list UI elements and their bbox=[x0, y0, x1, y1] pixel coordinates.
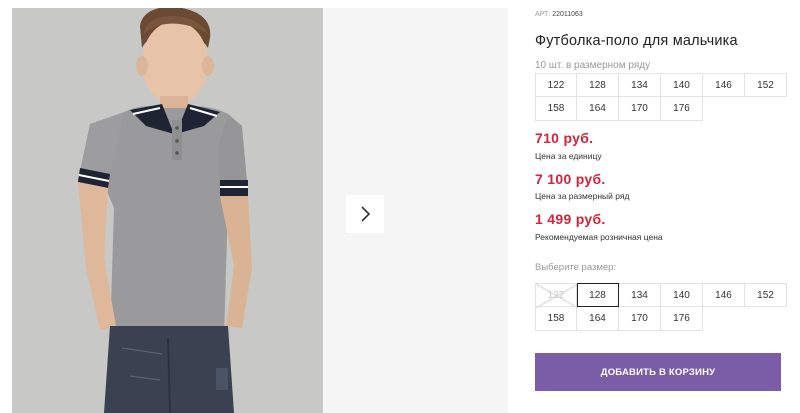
gallery-next-button[interactable] bbox=[346, 195, 384, 233]
size-option[interactable]: 152 bbox=[745, 283, 787, 307]
size-option[interactable]: 158 bbox=[535, 307, 577, 331]
product-photo[interactable] bbox=[12, 8, 323, 413]
unit-price-label: Цена за единицу bbox=[535, 151, 602, 161]
size-range-cell: 158 bbox=[535, 97, 577, 121]
product-gallery bbox=[0, 0, 508, 413]
size-option[interactable]: 176 bbox=[661, 307, 703, 331]
retail-price-label: Рекомендуемая розничная цена bbox=[535, 232, 663, 242]
size-option[interactable]: 164 bbox=[577, 307, 619, 331]
size-option[interactable]: 170 bbox=[619, 307, 661, 331]
size-range-cell: 122 bbox=[535, 73, 577, 97]
size-range-cell: 176 bbox=[661, 97, 703, 121]
article-code: 22011063 bbox=[552, 11, 583, 18]
article-label: АРТ: bbox=[535, 11, 551, 18]
size-option[interactable]: 134 bbox=[619, 283, 661, 307]
set-price: 7 100 руб. bbox=[535, 171, 606, 187]
size-option-label: 122 bbox=[547, 289, 565, 301]
size-range-cell: 152 bbox=[745, 73, 787, 97]
retail-price: 1 499 руб. bbox=[535, 211, 606, 227]
size-range-cell: 128 bbox=[577, 73, 619, 97]
size-option-unavailable: 122 bbox=[535, 283, 578, 308]
size-range-cell: 140 bbox=[661, 73, 703, 97]
size-option[interactable]: 146 bbox=[703, 283, 745, 307]
unit-price: 710 руб. bbox=[535, 130, 594, 146]
size-range-cell: 134 bbox=[619, 73, 661, 97]
size-range-grid: 122 128 134 140 146 152 158 164 170 176 bbox=[535, 73, 787, 121]
choose-size-label: Выберите размер: bbox=[535, 262, 617, 273]
add-to-cart-button[interactable]: ДОБАВИТЬ В КОРЗИНУ bbox=[535, 353, 781, 391]
size-selector-grid: 122 128 134 140 146 152 158 164 170 176 bbox=[535, 283, 787, 331]
article-number: АРТ: 22011063 bbox=[535, 11, 583, 18]
size-range-cell: 164 bbox=[577, 97, 619, 121]
size-range-cell: 146 bbox=[703, 73, 745, 97]
size-range-cell: 170 bbox=[619, 97, 661, 121]
sizes-count-text: 10 шт. в размерном ряду bbox=[535, 60, 651, 71]
set-price-label: Цена за размерный ряд bbox=[535, 191, 630, 201]
product-photo-illustration bbox=[12, 8, 323, 413]
product-title: Футболка-поло для мальчика bbox=[535, 33, 738, 49]
size-option-selected[interactable]: 128 bbox=[577, 283, 619, 307]
size-option[interactable]: 140 bbox=[661, 283, 703, 307]
chevron-right-icon bbox=[361, 206, 371, 222]
